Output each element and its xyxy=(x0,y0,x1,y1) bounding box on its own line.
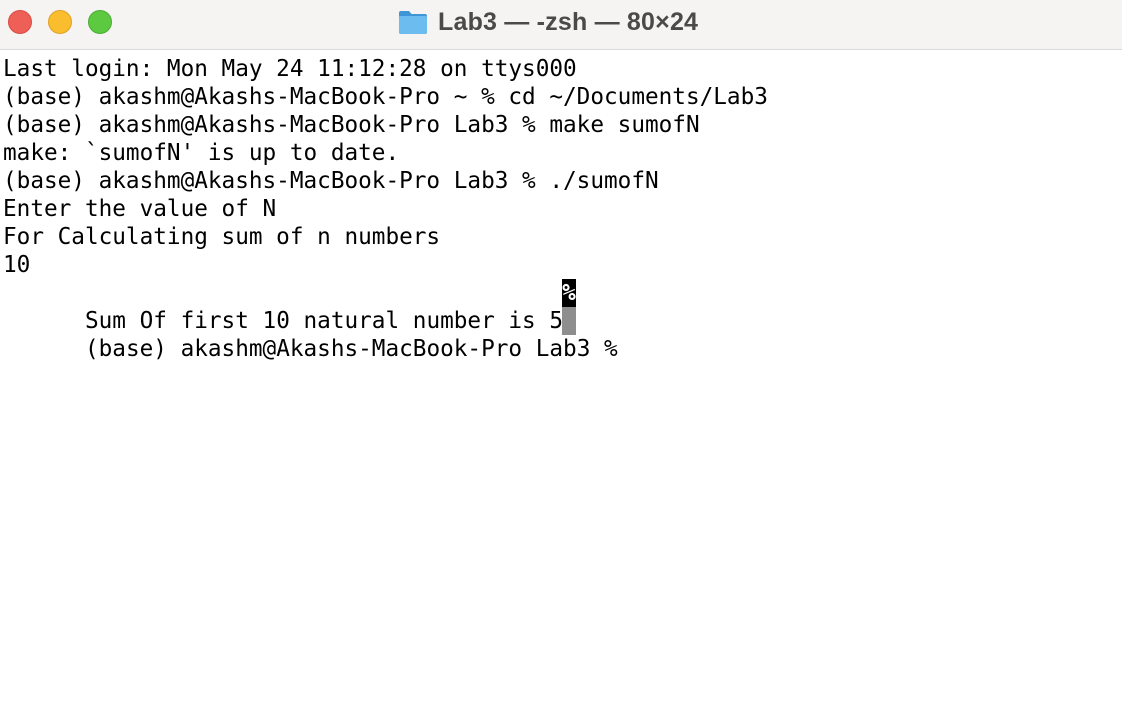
close-icon[interactable] xyxy=(8,10,32,34)
terminal-line: 10 xyxy=(3,252,31,278)
terminal-prompt-line[interactable]: (base) akashm@Akashs-MacBook-Pro Lab3 % xyxy=(3,307,1118,362)
window-title: Lab3 — -zsh — 80×24 xyxy=(438,7,699,36)
terminal-line: Last login: Mon May 24 11:12:28 on ttys0… xyxy=(3,56,577,82)
terminal-line: (base) akashm@Akashs-MacBook-Pro ~ % cd … xyxy=(3,84,768,110)
terminal-line: make: `sumofN' is up to date. xyxy=(3,140,400,166)
title-bar[interactable]: Lab3 — -zsh — 80×24 xyxy=(0,0,1122,50)
folder-icon xyxy=(399,11,427,34)
minimize-icon[interactable] xyxy=(48,10,72,34)
terminal-output[interactable]: Last login: Mon May 24 11:12:28 on ttys0… xyxy=(3,55,1118,715)
zoom-icon[interactable] xyxy=(88,10,112,34)
terminal-line: (base) akashm@Akashs-MacBook-Pro Lab3 % … xyxy=(3,168,659,194)
text-cursor xyxy=(562,307,576,335)
partial-line-marker: % xyxy=(562,279,576,307)
terminal-line-with-marker: Sum Of first 10 natural number is 55 % xyxy=(3,279,1118,334)
prompt-text: (base) akashm@Akashs-MacBook-Pro Lab3 % xyxy=(84,336,632,362)
terminal-line: (base) akashm@Akashs-MacBook-Pro Lab3 % … xyxy=(3,112,700,138)
terminal-line: For Calculating sum of n numbers xyxy=(3,224,441,250)
window-title-group: Lab3 — -zsh — 80×24 xyxy=(398,6,698,38)
terminal-line: Enter the value of N xyxy=(3,196,277,222)
terminal-window: Lab3 — -zsh — 80×24 Last login: Mon May … xyxy=(0,0,1122,728)
